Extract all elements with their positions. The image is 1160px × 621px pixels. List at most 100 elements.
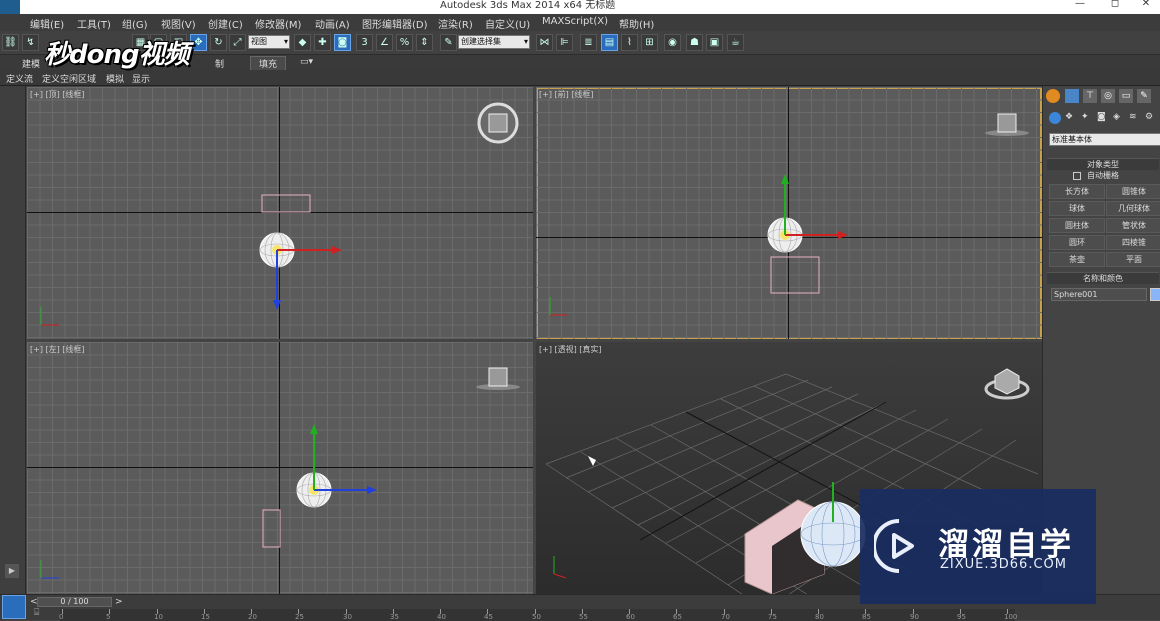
tab-populate[interactable]: 填充 (250, 56, 287, 71)
time-slider[interactable]: 0 / 100 (37, 597, 112, 607)
object-name-field[interactable] (1051, 288, 1147, 301)
viewport-front[interactable]: [+] [前] [线框] (536, 87, 1042, 339)
render-setup-icon[interactable]: ☗ (686, 34, 703, 51)
utilities-tab-icon[interactable]: ✎ (1137, 89, 1151, 103)
menu-animation[interactable]: 动画(A) (315, 16, 350, 31)
hierarchy-tab-icon[interactable]: ⊤ (1083, 89, 1097, 103)
category-dropdown[interactable]: 标准基本体 (1049, 133, 1160, 146)
display-tab-icon[interactable]: ▭ (1119, 89, 1133, 103)
box-button[interactable]: 长方体 (1049, 184, 1105, 199)
helpers-icon[interactable]: ◈ (1113, 112, 1125, 124)
systems-icon[interactable]: ⚙ (1145, 112, 1157, 124)
motion-tab-icon[interactable]: ◎ (1101, 89, 1115, 103)
ribbon-item-simulate[interactable]: 模拟 (106, 72, 124, 85)
teapot-button[interactable]: 茶壶 (1049, 252, 1105, 267)
rendered-frame-window-icon[interactable]: ▣ (706, 34, 723, 51)
create-tab-icon[interactable] (1046, 89, 1060, 103)
shapes-icon[interactable]: ❖ (1065, 112, 1077, 124)
select-move-icon[interactable]: ✥ (190, 34, 207, 51)
lights-icon[interactable]: ✦ (1081, 112, 1093, 124)
time-slider-next[interactable]: > (115, 597, 123, 607)
space-warps-icon[interactable]: ≋ (1129, 112, 1141, 124)
modify-tab-icon[interactable] (1065, 89, 1079, 103)
viewport-top[interactable]: [+] [顶] [线框] (27, 87, 533, 339)
menu-views[interactable]: 视图(V) (161, 16, 196, 31)
menu-customize[interactable]: 自定义(U) (485, 16, 530, 31)
window-title: Autodesk 3ds Max 2014 x64 无标题 (440, 0, 616, 11)
tab-freeform[interactable]: 制 (215, 57, 224, 70)
curve-editor-icon[interactable]: ⌇ (621, 34, 638, 51)
watermark-top-text: 秒dong视频 (44, 40, 190, 70)
tube-button[interactable]: 管状体 (1106, 218, 1160, 233)
layer-manager-icon[interactable]: ≣ (580, 34, 597, 51)
move-cross-icon[interactable]: ✚ (314, 34, 331, 51)
menu-edit[interactable]: 编辑(E) (30, 16, 64, 31)
minimize-button[interactable]: — (1070, 0, 1090, 9)
mini-axis-x (553, 573, 567, 579)
reference-coordinate-value: 视图 (251, 37, 267, 46)
geometry-icon[interactable] (1049, 112, 1061, 124)
schematic-view-icon[interactable]: ⊞ (641, 34, 658, 51)
chevron-down-icon: ▾ (283, 37, 288, 46)
viewport-layout-icon[interactable] (2, 595, 26, 619)
track-bar-ruler[interactable]: 0 5 10 15 20 25 30 35 40 45 50 55 60 65 70 75 80 85 90 95 10… (59, 609, 1017, 621)
rollout-name-and-color[interactable]: 名称和颜色 (1047, 272, 1159, 284)
ribbon-item-define-flows[interactable]: 定义流 (6, 72, 33, 85)
spinner-snap-icon[interactable]: ⇕ (416, 34, 433, 51)
graphite-ribbon-icon[interactable]: ▤ (601, 34, 618, 51)
pyramid-button[interactable]: 四棱锥 (1106, 235, 1160, 250)
align-icon[interactable]: ⊫ (556, 34, 573, 51)
plane-button[interactable]: 平面 (1106, 252, 1160, 267)
menu-graph-editors[interactable]: 图形编辑器(D) (362, 16, 428, 31)
link-icon[interactable]: ⛓ (2, 34, 19, 51)
sphere-button[interactable]: 球体 (1049, 201, 1105, 216)
keyboard-shortcut-override-icon[interactable]: ◙ (334, 34, 351, 51)
menu-bar: 编辑(E) 工具(T) 组(G) 视图(V) 创建(C) 修改器(M) 动画(A… (0, 14, 1160, 31)
object-color-swatch[interactable] (1150, 288, 1160, 301)
select-scale-icon[interactable]: ⤢ (229, 34, 246, 51)
chevron-down-icon: ▾ (523, 37, 528, 46)
maximize-button[interactable]: ◻ (1105, 0, 1125, 9)
geosphere-button[interactable]: 几何球体 (1106, 201, 1160, 216)
box-outline (261, 194, 311, 213)
watermark-logo-top: 秒dong视频 (44, 34, 190, 71)
reference-coordinate-dropdown[interactable]: 视图 ▾ (248, 35, 290, 49)
edit-named-selection-icon[interactable]: ✎ (440, 34, 457, 51)
select-rotate-icon[interactable]: ↻ (210, 34, 227, 51)
menu-rendering[interactable]: 渲染(R) (438, 16, 473, 31)
menu-modifiers[interactable]: 修改器(M) (255, 16, 301, 31)
mirror-icon[interactable]: ⋈ (536, 34, 553, 51)
percent-snap-icon[interactable]: % (396, 34, 413, 51)
menu-group[interactable]: 组(G) (122, 16, 148, 31)
ribbon-item-define-idle-areas[interactable]: 定义空闲区域 (42, 72, 96, 85)
autogrid-checkbox[interactable] (1073, 172, 1081, 180)
menu-tools[interactable]: 工具(T) (77, 16, 111, 31)
viewport-left[interactable]: [+] [左] [线框] (27, 342, 533, 594)
torus-button[interactable]: 圆环 (1049, 235, 1105, 250)
top-viewport-scene (40, 102, 519, 326)
pivot-center-icon[interactable]: ◆ (294, 34, 311, 51)
cone-button[interactable]: 圆锥体 (1106, 184, 1160, 199)
cylinder-button[interactable]: 圆柱体 (1049, 218, 1105, 233)
menu-help[interactable]: 帮助(H) (619, 16, 654, 31)
cameras-icon[interactable]: ◙ (1097, 112, 1109, 124)
watermark-logo-bottom: 溜溜自学 ZIXUE.3D66.COM (860, 489, 1096, 604)
key-icon[interactable]: ⌸ (34, 608, 46, 619)
rollout-object-type[interactable]: 对象类型 (1047, 158, 1159, 170)
menu-create[interactable]: 创建(C) (208, 16, 243, 31)
ribbon-item-display[interactable]: 显示 (132, 72, 150, 85)
tab-modeling[interactable]: 建模 (22, 57, 40, 70)
unlink-icon[interactable]: ↯ (22, 34, 39, 51)
app-logo-icon[interactable] (0, 0, 20, 14)
menu-maxscript[interactable]: MAXScript(X) (542, 16, 608, 27)
ribbon-options-icon[interactable]: ▭▾ (300, 57, 313, 67)
expand-arrow-icon[interactable]: ▶ (5, 564, 19, 578)
play-logo-icon (874, 519, 914, 573)
render-production-icon[interactable]: ☕ (727, 34, 744, 51)
angle-snap-icon[interactable]: ∠ (376, 34, 393, 51)
front-viewport-scene (549, 113, 1029, 316)
named-selection-set-dropdown[interactable]: 创建选择集 ▾ (458, 35, 530, 49)
snap-3d-icon[interactable]: 3 (356, 34, 373, 51)
close-button[interactable]: ✕ (1136, 0, 1156, 9)
material-editor-icon[interactable]: ◉ (664, 34, 681, 51)
